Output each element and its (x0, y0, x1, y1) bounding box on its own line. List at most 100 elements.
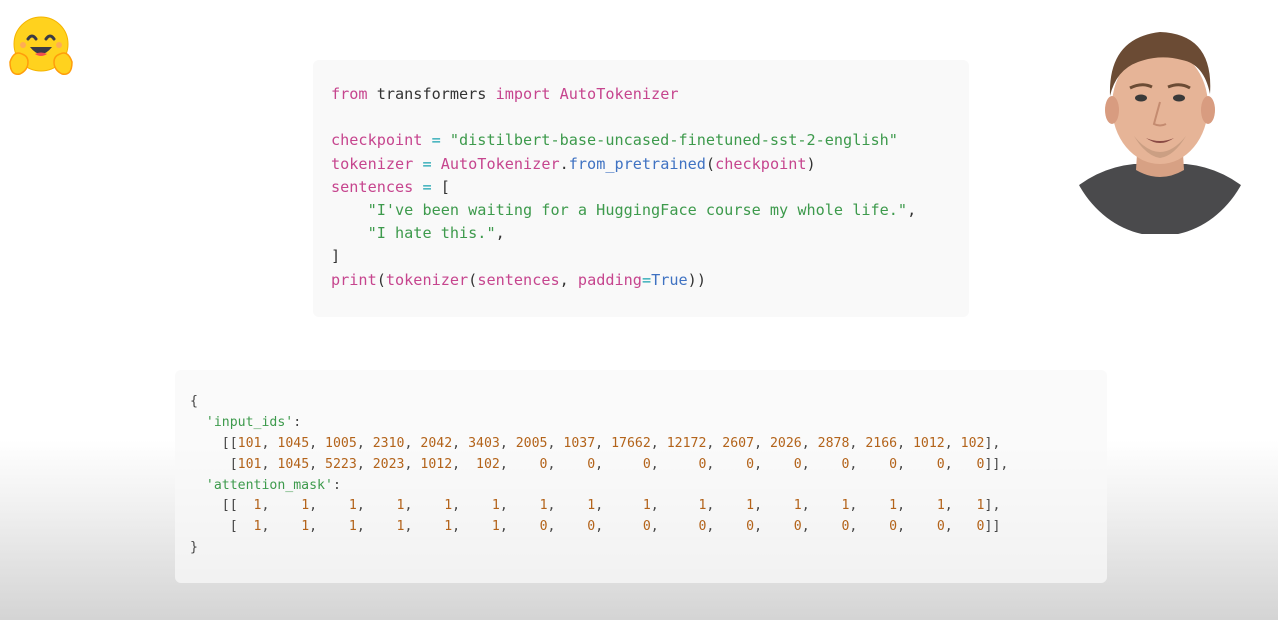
row-prefix: [[ (190, 435, 238, 451)
input_ids-value: 2023 (372, 456, 405, 472)
code-token: tokenizer (385, 270, 469, 289)
value-padding (269, 498, 301, 513)
code-token: )) (687, 270, 706, 289)
comma: , (595, 435, 604, 451)
row-suffix: ]] (984, 519, 1001, 535)
input_ids-value: 1037 (563, 435, 596, 451)
row-suffix: ]], (984, 456, 1009, 472)
attention_mask-value: 0 (793, 519, 802, 535)
code-token: AutoTokenizer (559, 85, 679, 103)
value-padding (810, 498, 842, 513)
code-line: "I hate this.", (331, 222, 969, 245)
comma: , (897, 498, 906, 514)
value-padding (810, 519, 842, 534)
value-padding (810, 436, 818, 451)
value-padding (269, 519, 301, 534)
comma: , (595, 456, 604, 472)
code-line: print(tokenizer(sentences, padding=True)… (331, 269, 969, 292)
row-prefix: [ (190, 519, 238, 535)
comma: , (499, 498, 508, 514)
value-padding (905, 436, 913, 451)
value-padding (460, 519, 492, 534)
attention_mask-value: 1 (301, 519, 310, 535)
comma: , (356, 519, 365, 535)
comma: , (650, 435, 659, 451)
comma: , (356, 456, 365, 472)
value-padding (365, 436, 373, 451)
value-padding (953, 498, 977, 513)
input_ids-value: 2607 (722, 435, 755, 451)
attention_mask-value: 0 (976, 519, 985, 535)
value-padding (460, 498, 492, 513)
attention_mask-value: 0 (587, 519, 596, 535)
value-padding (953, 519, 977, 534)
value-padding (659, 436, 667, 451)
attention_mask-value: 0 (642, 519, 651, 535)
attention_mask-value: 1 (642, 498, 651, 514)
value-padding (603, 457, 643, 472)
comma: , (754, 435, 763, 451)
input_ids-value: 17662 (611, 435, 651, 451)
input_ids-value: 101 (237, 456, 262, 472)
code-token: = (641, 270, 652, 289)
input_ids-value: 1045 (277, 435, 310, 451)
value-padding (953, 436, 961, 451)
value-padding (412, 498, 444, 513)
code-token: checkpoint (715, 154, 807, 173)
attention_mask-value: 1 (539, 498, 548, 514)
comma: , (754, 519, 763, 535)
comma: , (944, 456, 953, 472)
comma: , (650, 498, 659, 514)
input_ids-value: 0 (793, 456, 802, 472)
value-padding (659, 519, 699, 534)
code-token: sentences (477, 270, 560, 289)
code-token: ( (468, 270, 478, 289)
presenter-portrait-icon (1064, 18, 1256, 234)
value-padding (238, 498, 254, 513)
output-key-input-ids: 'input_ids': (190, 413, 1107, 434)
comma: , (650, 519, 659, 535)
attention_mask-value: 1 (491, 498, 500, 514)
comma: , (801, 456, 810, 472)
comma: , (897, 456, 906, 472)
input_ids-value: 2026 (769, 435, 802, 451)
input_ids-value: 2042 (420, 435, 453, 451)
input_ids-value: 2878 (817, 435, 850, 451)
comma: , (499, 456, 508, 472)
row-suffix: ], (984, 435, 1001, 451)
value-padding (857, 457, 889, 472)
code-line: tokenizer = AutoTokenizer.from_pretraine… (331, 153, 969, 176)
comma: , (897, 435, 906, 451)
code-line: "I've been waiting for a HuggingFace cou… (331, 199, 969, 222)
code-output: { 'input_ids': [[101, 1045, 1005, 2310, … (175, 370, 1107, 583)
input_ids-value: 2005 (515, 435, 548, 451)
comma: , (309, 435, 318, 451)
comma: , (754, 456, 763, 472)
input_ids-value: 3403 (468, 435, 500, 451)
input_ids-value: 1045 (277, 456, 310, 472)
value-padding (412, 519, 444, 534)
comma: , (309, 519, 318, 535)
input_ids-value: 0 (936, 456, 945, 472)
attention_mask-value: 1 (587, 498, 596, 514)
attention_mask-value: 1 (301, 498, 310, 514)
comma: , (499, 519, 508, 535)
input_ids-value: 12172 (666, 435, 707, 451)
code-line: from transformers import AutoTokenizer (331, 83, 969, 106)
value-padding (365, 519, 397, 534)
comma: , (944, 435, 953, 451)
value-padding (508, 519, 540, 534)
code-token: = (413, 177, 441, 196)
input_ids-value: 0 (889, 456, 898, 472)
comma: , (356, 435, 365, 451)
value-padding (762, 498, 794, 513)
value-padding (317, 498, 349, 513)
comma: , (356, 498, 365, 514)
row-prefix: [ (190, 456, 238, 472)
code-line: ] (331, 245, 969, 268)
hugging-face-emoji-icon (9, 16, 73, 75)
value-padding (714, 498, 746, 513)
